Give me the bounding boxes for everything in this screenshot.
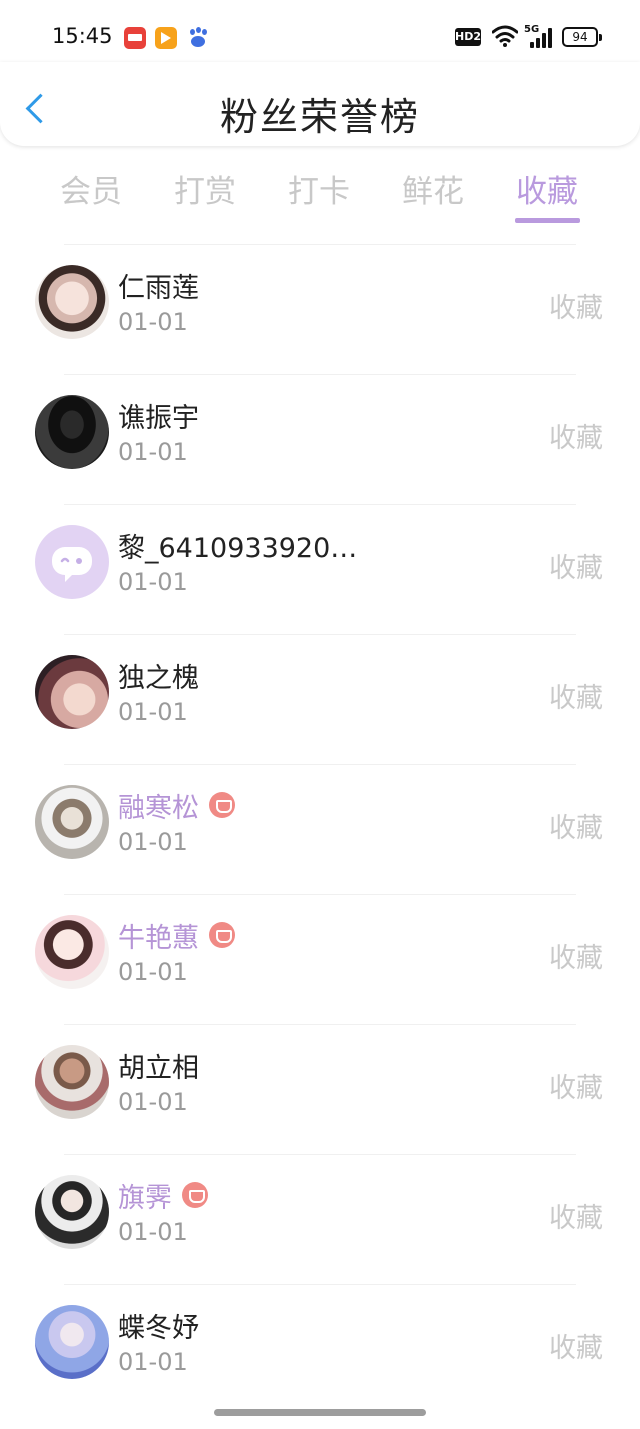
user-name[interactable]: 牛艳蕙: [118, 916, 199, 955]
list-item[interactable]: 黎_64109339203... 01-01 收藏: [0, 504, 640, 634]
divider: [64, 764, 576, 765]
user-name[interactable]: 仁雨莲: [118, 266, 199, 305]
action-label: 收藏: [549, 1333, 603, 1364]
divider: [64, 244, 576, 245]
tab-flowers[interactable]: 鲜花: [402, 166, 464, 211]
vip-diamond-icon: [182, 1182, 208, 1208]
date-label: 01-01: [118, 698, 188, 726]
home-indicator[interactable]: [214, 1409, 426, 1416]
user-name[interactable]: 胡立相: [118, 1046, 199, 1085]
user-name[interactable]: 旗霁: [118, 1176, 172, 1215]
action-label: 收藏: [549, 1073, 603, 1104]
date-label: 01-01: [118, 828, 188, 856]
action-label: 收藏: [549, 293, 603, 324]
wifi-icon: [492, 25, 518, 47]
list-item[interactable]: 蝶冬妤 01-01 收藏: [0, 1284, 640, 1414]
date-label: 01-01: [118, 1348, 188, 1376]
list-item[interactable]: 旗霁 01-01 收藏: [0, 1154, 640, 1284]
avatar[interactable]: [35, 1175, 109, 1249]
action-label: 收藏: [549, 423, 603, 454]
date-label: 01-01: [118, 568, 188, 596]
user-name[interactable]: 谯振宇: [118, 396, 199, 435]
divider: [64, 1284, 576, 1285]
tab-favorites[interactable]: 收藏: [516, 166, 578, 211]
date-label: 01-01: [118, 958, 188, 986]
tab-reward[interactable]: 打赏: [174, 166, 236, 211]
avatar[interactable]: [35, 915, 109, 989]
user-name[interactable]: 蝶冬妤: [118, 1306, 199, 1345]
avatar[interactable]: [35, 265, 109, 339]
battery-icon: 94: [562, 27, 602, 47]
user-name[interactable]: 融寒松: [118, 786, 199, 825]
toutiao-app-icon: [124, 27, 146, 49]
divider: [64, 504, 576, 505]
list-item[interactable]: 谯振宇 01-01 收藏: [0, 374, 640, 504]
user-name[interactable]: 黎_64109339203...: [118, 526, 358, 565]
cellular-signal-icon: 5G: [524, 24, 554, 48]
vip-diamond-icon: [209, 922, 235, 948]
hd-network-icon: HD2: [455, 28, 481, 46]
status-time: 15:45: [52, 24, 113, 48]
date-label: 01-01: [118, 1218, 188, 1246]
action-label: 收藏: [549, 813, 603, 844]
active-tab-indicator: [515, 218, 580, 223]
divider: [64, 1024, 576, 1025]
user-name[interactable]: 独之槐: [118, 656, 199, 695]
list-item[interactable]: 仁雨莲 01-01 收藏: [0, 244, 640, 374]
divider: [64, 894, 576, 895]
action-label: 收藏: [549, 553, 603, 584]
signal-label: 5G: [524, 24, 540, 35]
list-item[interactable]: 牛艳蕙 01-01 收藏: [0, 894, 640, 1024]
date-label: 01-01: [118, 308, 188, 336]
action-label: 收藏: [549, 1203, 603, 1234]
list-item[interactable]: 独之槐 01-01 收藏: [0, 634, 640, 764]
header-bar: 粉丝荣誉榜: [0, 62, 640, 146]
avatar[interactable]: [35, 395, 109, 469]
vip-diamond-icon: [209, 792, 235, 818]
tab-member[interactable]: 会员: [60, 166, 122, 211]
divider: [64, 1154, 576, 1155]
list-item[interactable]: 融寒松 01-01 收藏: [0, 764, 640, 894]
video-app-icon: [155, 27, 177, 49]
divider: [64, 634, 576, 635]
avatar[interactable]: [35, 1305, 109, 1379]
avatar[interactable]: [35, 785, 109, 859]
date-label: 01-01: [118, 438, 188, 466]
fan-list: 仁雨莲 01-01 收藏 谯振宇 01-01 收藏 黎_64109339203.…: [0, 244, 640, 1414]
action-label: 收藏: [549, 943, 603, 974]
list-item[interactable]: 胡立相 01-01 收藏: [0, 1024, 640, 1154]
default-avatar-icon[interactable]: [35, 525, 109, 599]
divider: [64, 374, 576, 375]
chat-bubble-icon: [52, 547, 92, 582]
baidu-paw-icon: [187, 27, 209, 49]
page-title: 粉丝荣誉榜: [219, 95, 420, 139]
action-label: 收藏: [549, 683, 603, 714]
tab-checkin[interactable]: 打卡: [288, 166, 350, 211]
avatar[interactable]: [35, 655, 109, 729]
avatar[interactable]: [35, 1045, 109, 1119]
date-label: 01-01: [118, 1088, 188, 1116]
tab-bar: 会员 打赏 打卡 鲜花 收藏: [0, 160, 640, 230]
